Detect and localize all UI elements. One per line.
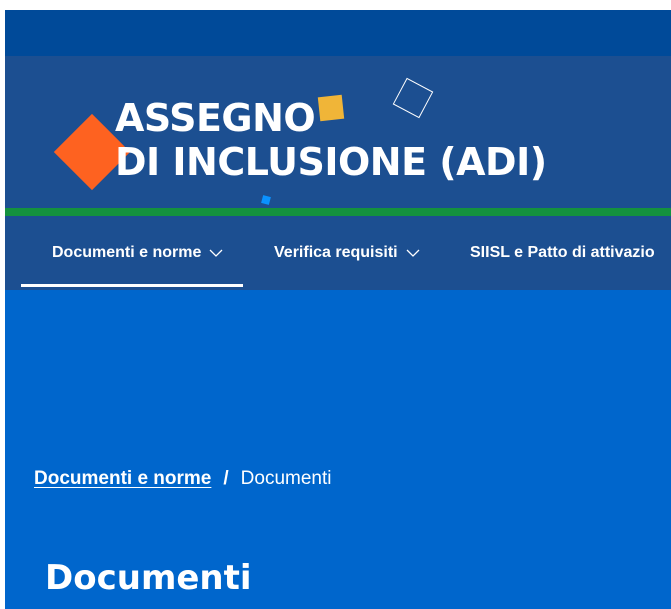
- chevron-down-icon: [209, 249, 223, 257]
- breadcrumb-separator: /: [223, 468, 229, 489]
- nav-item-label: SIISL e Patto di attivazio: [470, 244, 655, 261]
- top-bar: [5, 10, 671, 56]
- nav-item-label: Documenti e norme: [52, 244, 202, 261]
- logo-title-line-2: DI INCLUSIONE (ADI): [115, 140, 547, 184]
- breadcrumb: Documenti e norme / Documenti: [34, 468, 331, 490]
- page-viewport: ASSEGNO DI INCLUSIONE (ADI) Documenti e …: [5, 10, 671, 609]
- main-navigation: Documenti e norme Verifica requisiti SII…: [5, 216, 671, 290]
- chevron-down-icon: [406, 249, 420, 257]
- header-accent-line: [5, 208, 671, 216]
- breadcrumb-link-documenti-e-norme[interactable]: Documenti e norme: [34, 468, 211, 490]
- breadcrumb-current: Documenti: [240, 468, 332, 489]
- nav-item-siisl-patto[interactable]: SIISL e Patto di attivazio: [470, 216, 655, 290]
- nav-item-label: Verifica requisiti: [274, 244, 398, 261]
- logo-title-line-1: ASSEGNO: [115, 96, 316, 140]
- nav-item-verifica-requisiti[interactable]: Verifica requisiti: [274, 216, 420, 290]
- page-title: Documenti: [45, 558, 252, 598]
- nav-active-indicator: [21, 284, 243, 287]
- nav-item-documenti-e-norme[interactable]: Documenti e norme: [52, 216, 223, 290]
- logo-yellow-square: [317, 94, 345, 122]
